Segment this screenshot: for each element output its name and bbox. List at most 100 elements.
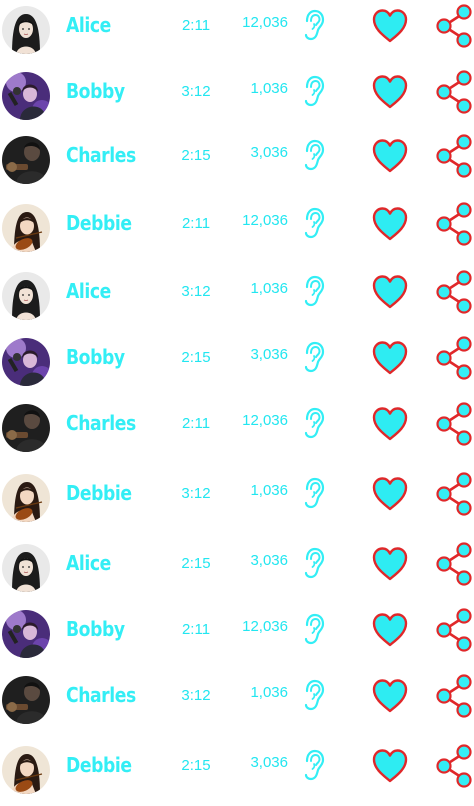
artist-name: Bobby [66, 345, 125, 369]
track-row[interactable]: Debbie 2:11 12,036 [0, 198, 474, 264]
play-count: 1,036 [250, 482, 288, 499]
ear-icon [300, 8, 326, 42]
like-button[interactable] [370, 72, 410, 112]
play-count: 1,036 [250, 684, 288, 701]
heart-icon [372, 407, 408, 441]
track-duration: 3:12 [181, 83, 211, 100]
heart-icon [372, 275, 408, 309]
artist-avatar [2, 6, 50, 54]
artist-name: Bobby [66, 79, 125, 103]
heart-icon [372, 679, 408, 713]
track-row[interactable]: Alice 3:12 1,036 [0, 266, 474, 332]
ear-icon [300, 274, 326, 308]
artist-name: Charles [66, 683, 136, 707]
share-button[interactable] [434, 200, 474, 248]
track-duration: 3:12 [181, 485, 211, 502]
artist-avatar [2, 676, 50, 724]
play-count: 12,036 [242, 212, 288, 229]
track-row[interactable]: Bobby 3:12 1,036 [0, 66, 474, 132]
heart-icon [372, 749, 408, 783]
track-duration: 2:15 [181, 757, 211, 774]
artist-avatar [2, 474, 50, 522]
track-row[interactable]: Charles 2:15 3,036 [0, 130, 474, 196]
track-duration: 2:11 [181, 415, 211, 432]
heart-icon [372, 547, 408, 581]
artist-name: Bobby [66, 617, 125, 641]
like-button[interactable] [370, 544, 410, 584]
track-row[interactable]: Alice 2:15 3,036 [0, 538, 474, 604]
track-row[interactable]: Debbie 2:15 3,036 [0, 740, 474, 806]
artist-avatar [2, 136, 50, 184]
track-row[interactable]: Charles 3:12 1,036 [0, 670, 474, 736]
play-count: 1,036 [250, 80, 288, 97]
artist-name: Charles [66, 143, 136, 167]
like-button[interactable] [370, 136, 410, 176]
track-row[interactable]: Debbie 3:12 1,036 [0, 468, 474, 534]
heart-icon [372, 341, 408, 375]
share-button[interactable] [434, 2, 474, 50]
artist-avatar [2, 610, 50, 658]
heart-icon [372, 75, 408, 109]
share-button[interactable] [434, 606, 474, 654]
like-button[interactable] [370, 474, 410, 514]
like-button[interactable] [370, 204, 410, 244]
artist-avatar [2, 72, 50, 120]
like-button[interactable] [370, 6, 410, 46]
track-duration: 2:15 [181, 349, 211, 366]
like-button[interactable] [370, 610, 410, 650]
play-count: 12,036 [242, 14, 288, 31]
track-row[interactable]: Bobby 2:11 12,036 [0, 604, 474, 670]
share-button[interactable] [434, 742, 474, 790]
share-button[interactable] [434, 268, 474, 316]
ear-icon [300, 476, 326, 510]
track-list: Alice 2:11 12,036 Bobby 3:12 1,036 Charl… [0, 0, 474, 794]
artist-name: Alice [66, 279, 111, 303]
heart-icon [372, 613, 408, 647]
ear-icon [300, 74, 326, 108]
ear-icon [300, 612, 326, 646]
artist-name: Charles [66, 411, 136, 435]
share-button[interactable] [434, 400, 474, 448]
artist-avatar [2, 544, 50, 592]
like-button[interactable] [370, 272, 410, 312]
share-button[interactable] [434, 68, 474, 116]
heart-icon [372, 139, 408, 173]
share-button[interactable] [434, 334, 474, 382]
play-count: 3,036 [250, 346, 288, 363]
play-count: 12,036 [242, 412, 288, 429]
heart-icon [372, 9, 408, 43]
like-button[interactable] [370, 676, 410, 716]
play-count: 3,036 [250, 754, 288, 771]
ear-icon [300, 206, 326, 240]
play-count: 3,036 [250, 144, 288, 161]
artist-name: Alice [66, 13, 111, 37]
track-row[interactable]: Charles 2:11 12,036 [0, 398, 474, 464]
ear-icon [300, 138, 326, 172]
track-duration: 3:12 [181, 687, 211, 704]
track-duration: 3:12 [181, 283, 211, 300]
track-duration: 2:15 [181, 147, 211, 164]
like-button[interactable] [370, 746, 410, 786]
share-button[interactable] [434, 672, 474, 720]
artist-name: Debbie [66, 481, 132, 505]
artist-name: Debbie [66, 211, 132, 235]
track-duration: 2:11 [181, 621, 211, 638]
share-button[interactable] [434, 470, 474, 518]
track-row[interactable]: Bobby 2:15 3,036 [0, 332, 474, 398]
like-button[interactable] [370, 404, 410, 444]
artist-avatar [2, 272, 50, 320]
like-button[interactable] [370, 338, 410, 378]
share-button[interactable] [434, 132, 474, 180]
track-duration: 2:11 [181, 17, 211, 34]
track-row[interactable]: Alice 2:11 12,036 [0, 0, 474, 66]
ear-icon [300, 340, 326, 374]
heart-icon [372, 477, 408, 511]
artist-name: Alice [66, 551, 111, 575]
ear-icon [300, 748, 326, 782]
track-duration: 2:15 [181, 555, 211, 572]
artist-avatar [2, 746, 50, 794]
share-button[interactable] [434, 540, 474, 588]
track-duration: 2:11 [181, 215, 211, 232]
play-count: 3,036 [250, 552, 288, 569]
artist-name: Debbie [66, 753, 132, 777]
